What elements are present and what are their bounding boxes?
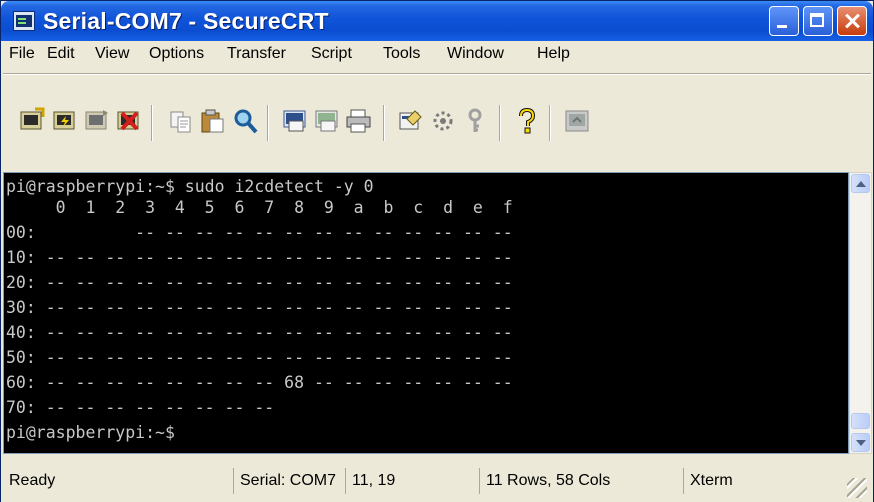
terminal-line: 0 1 2 3 4 5 6 7 8 9 a b c d e f (6, 198, 513, 217)
help-icon[interactable] (513, 107, 541, 135)
window-title: Serial-COM7 - SecureCRT (43, 8, 329, 34)
terminal-line: pi@raspberrypi:~$ sudo i2cdetect -y 0 (6, 177, 374, 196)
terminal-screen[interactable]: pi@raspberrypi:~$ sudo i2cdetect -y 0 0 … (3, 172, 849, 454)
scroll-up-icon[interactable] (851, 174, 870, 193)
menu-view[interactable]: View (95, 45, 129, 63)
toolbar-separator (151, 105, 153, 141)
copy-icon[interactable] (167, 107, 195, 135)
session-options-icon[interactable] (281, 107, 309, 135)
close-icon[interactable] (837, 6, 867, 36)
menu-options[interactable]: Options (149, 45, 204, 63)
reconnect-icon[interactable] (83, 107, 111, 135)
menu-script[interactable]: Script (311, 45, 352, 63)
scrollbar-thumb[interactable] (851, 413, 870, 429)
terminal-line: 40: -- -- -- -- -- -- -- -- -- -- -- -- … (6, 323, 513, 342)
terminal-line: 50: -- -- -- -- -- -- -- -- -- -- -- -- … (6, 348, 513, 367)
find-icon[interactable] (231, 107, 259, 135)
title-bar[interactable]: Serial-COM7 - SecureCRT (1, 1, 873, 41)
key-icon[interactable] (461, 107, 489, 135)
connect-icon[interactable] (19, 107, 47, 135)
maximize-icon[interactable] (803, 6, 833, 36)
terminal-line: 60: -- -- -- -- -- -- -- -- 68 -- -- -- … (6, 373, 513, 392)
disconnect-icon[interactable] (115, 107, 143, 135)
menu-transfer[interactable]: Transfer (227, 45, 286, 63)
global-options-icon[interactable] (397, 107, 425, 135)
print-icon[interactable] (345, 107, 373, 135)
securecrt-window: Serial-COM7 - SecureCRT File Edit View O… (0, 0, 874, 502)
menu-window[interactable]: Window (447, 45, 504, 63)
terminal-line: 10: -- -- -- -- -- -- -- -- -- -- -- -- … (6, 248, 513, 267)
menu-tools[interactable]: Tools (383, 45, 420, 63)
terminal-line: 00: -- -- -- -- -- -- -- -- -- -- -- -- … (6, 223, 513, 242)
status-cursor-position: 11, 19 (345, 468, 473, 494)
menu-bar: File Edit View Options Transfer Script T… (1, 41, 873, 73)
menu-edit[interactable]: Edit (47, 45, 75, 63)
minimize-icon[interactable] (769, 6, 799, 36)
quick-connect-icon[interactable] (51, 107, 79, 135)
status-emulation: Xterm (683, 468, 833, 494)
print-screen-icon[interactable] (313, 107, 341, 135)
menu-help[interactable]: Help (537, 45, 570, 63)
toolbar (1, 75, 873, 171)
terminal-prompt-line: pi@raspberrypi:~$ (6, 423, 175, 442)
toolbar-separator (499, 105, 501, 141)
status-bar: Ready Serial: COM7 11, 19 11 Rows, 58 Co… (1, 463, 873, 502)
status-connection: Serial: COM7 (233, 468, 343, 494)
terminal-line: 30: -- -- -- -- -- -- -- -- -- -- -- -- … (6, 298, 513, 317)
scroll-down-icon[interactable] (851, 433, 870, 452)
status-terminal-size: 11 Rows, 58 Cols (479, 468, 679, 494)
resize-grip-icon[interactable] (847, 478, 867, 498)
terminal-line: 70: -- -- -- -- -- -- -- -- (6, 398, 275, 417)
toolbar-separator (549, 105, 551, 141)
toolbar-separator (383, 105, 385, 141)
status-ready: Ready (9, 472, 56, 489)
terminal-scrollbar[interactable] (849, 172, 872, 454)
menu-file[interactable]: File (9, 45, 35, 63)
terminal-line: 20: -- -- -- -- -- -- -- -- -- -- -- -- … (6, 273, 513, 292)
toolbar-separator (267, 105, 269, 141)
securecrt-app-icon[interactable] (13, 11, 35, 31)
keymap-icon[interactable] (429, 107, 457, 135)
sftp-icon[interactable] (563, 107, 591, 135)
paste-icon[interactable] (199, 107, 227, 135)
